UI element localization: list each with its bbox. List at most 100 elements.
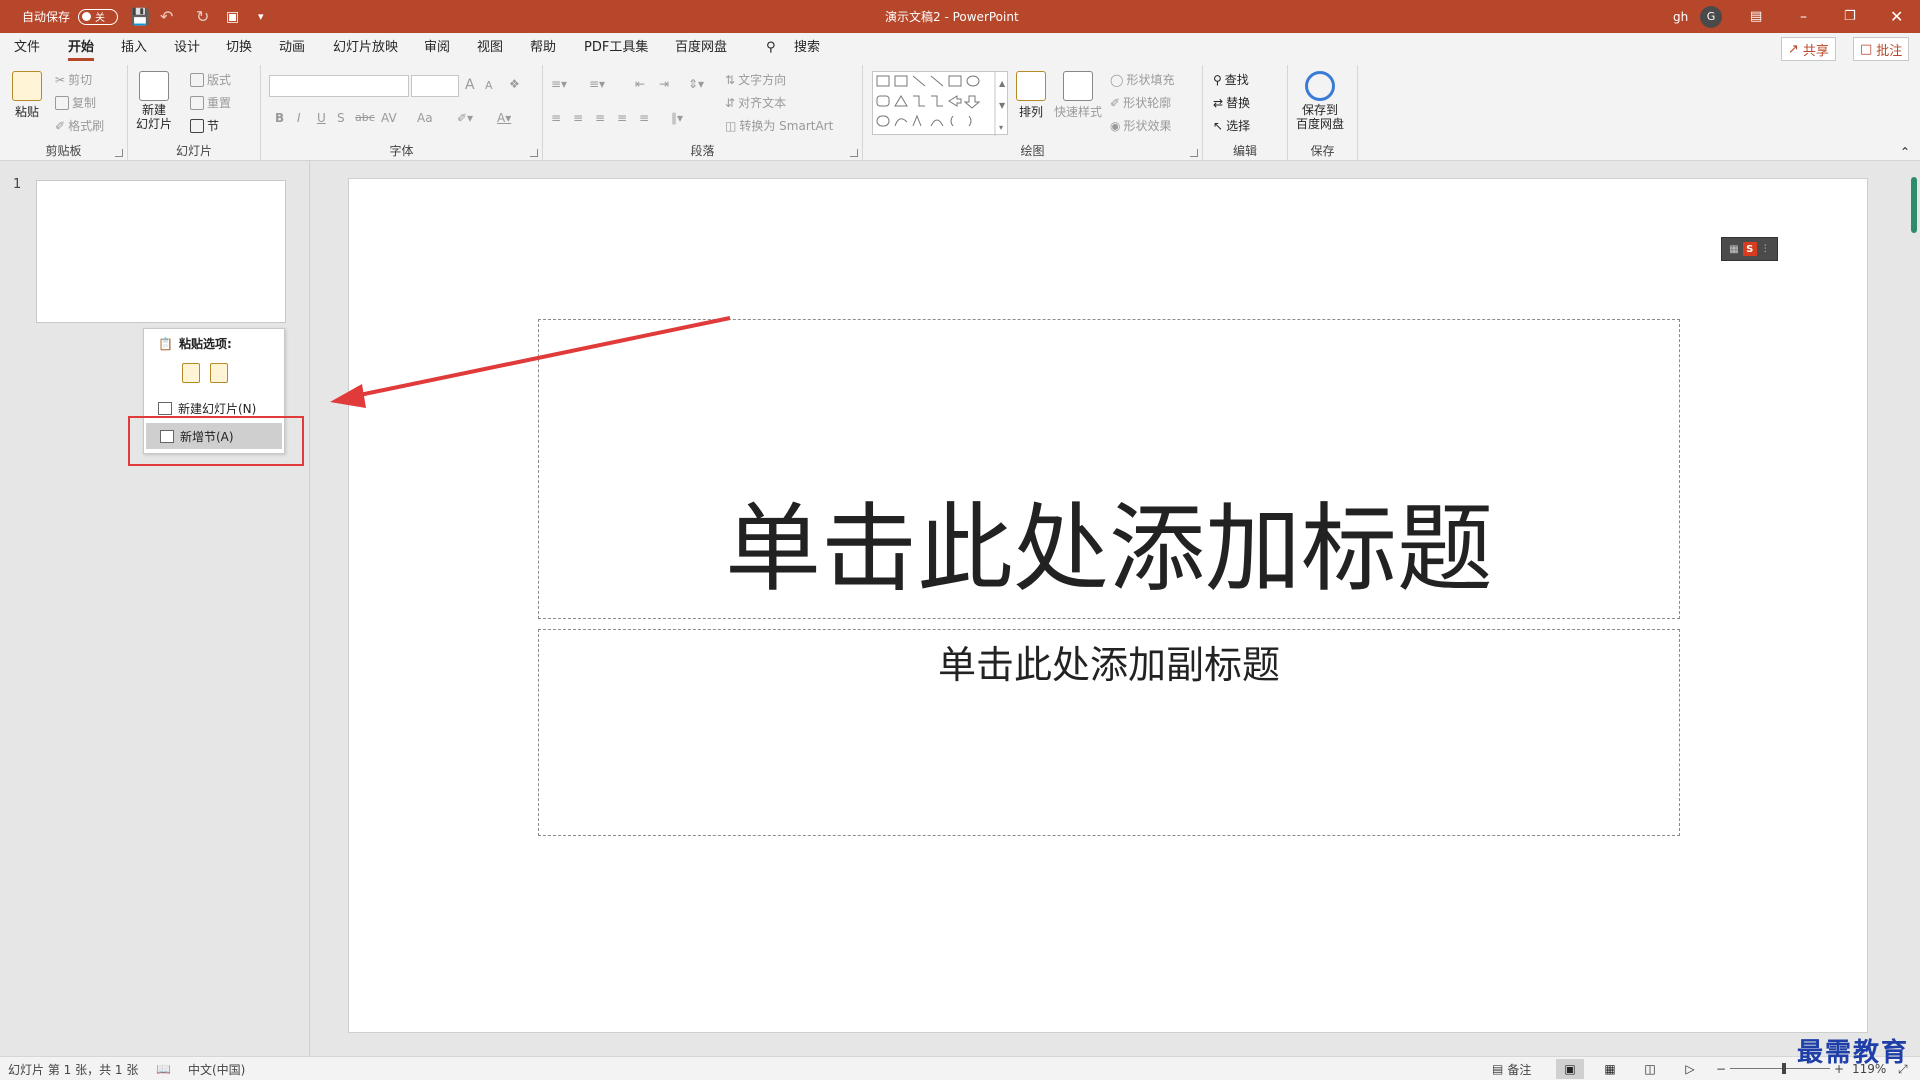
tab-pdf-tools[interactable]: PDF工具集 <box>584 33 648 65</box>
tab-transitions[interactable]: 切换 <box>226 33 252 65</box>
strikethrough-button[interactable]: abc <box>355 111 375 124</box>
cut-button[interactable]: ✂ 剪切 <box>55 71 92 88</box>
tab-review[interactable]: 审阅 <box>424 33 450 65</box>
slide-sorter-icon[interactable]: ▦ <box>1596 1059 1624 1079</box>
clear-format-icon[interactable]: ❖ <box>509 77 520 91</box>
distribute-icon[interactable]: ≡ <box>639 111 649 125</box>
zoom-out-button[interactable]: − <box>1716 1057 1726 1080</box>
spellcheck-icon[interactable]: 📖 <box>156 1057 171 1080</box>
shape-effects-button[interactable]: ◉ 形状效果 <box>1110 117 1172 134</box>
smartart-button[interactable]: ◫ 转换为 SmartArt <box>725 117 833 134</box>
reset-button[interactable]: 重置 <box>190 94 231 111</box>
save-icon[interactable]: 💾 <box>130 0 150 33</box>
font-name-combo[interactable] <box>269 75 409 97</box>
normal-view-icon[interactable]: ▣ <box>1556 1059 1584 1079</box>
slide-thumbnail[interactable] <box>36 180 286 323</box>
ime-menu-icon: ⋮ <box>1760 244 1770 254</box>
comments-button[interactable]: □ 批注 <box>1853 37 1910 61</box>
paste-button[interactable]: 粘贴 <box>12 71 42 120</box>
tab-view[interactable]: 视图 <box>477 33 503 65</box>
section-button[interactable]: 节 <box>190 117 219 134</box>
char-spacing-button[interactable]: AV <box>381 111 397 125</box>
text-direction-button[interactable]: ⇅ 文字方向 <box>725 71 786 88</box>
replace-button[interactable]: ⇄ 替换 <box>1213 94 1250 111</box>
tab-baidu-netdisk[interactable]: 百度网盘 <box>675 33 727 65</box>
layout-button[interactable]: 版式 <box>190 71 231 88</box>
redo-icon[interactable]: ↻ <box>196 0 209 33</box>
highlight-color-icon[interactable]: ✐▾ <box>457 111 473 125</box>
scrollbar-thumb[interactable] <box>1911 177 1917 233</box>
vertical-scrollbar[interactable] <box>1908 161 1920 1056</box>
underline-button[interactable]: U <box>317 111 326 125</box>
slideshow-view-icon[interactable]: ▷ <box>1676 1059 1704 1079</box>
quick-styles-button[interactable]: 快速样式 <box>1054 71 1102 120</box>
tab-slideshow[interactable]: 幻灯片放映 <box>333 33 398 65</box>
arrange-label: 排列 <box>1018 105 1043 119</box>
collapse-ribbon-icon[interactable]: ⌃ <box>1900 145 1910 159</box>
shrink-font-button[interactable]: A <box>485 79 493 92</box>
close-icon[interactable]: ✕ <box>1890 0 1903 33</box>
columns-icon[interactable]: ∥▾ <box>671 111 683 125</box>
ime-toolbar[interactable]: ▦ S ⋮ <box>1721 237 1778 261</box>
font-launcher-icon[interactable] <box>530 149 538 157</box>
italic-button[interactable]: I <box>297 111 301 125</box>
undo-icon[interactable]: ↶ <box>160 0 173 33</box>
select-button[interactable]: ↖ 选择 <box>1213 117 1250 134</box>
tab-file[interactable]: 文件 <box>14 33 40 65</box>
reading-view-icon[interactable]: ◫ <box>1636 1059 1664 1079</box>
share-button[interactable]: ↗ 共享 <box>1781 37 1836 61</box>
bullets-icon[interactable]: ≡▾ <box>551 77 567 91</box>
tab-animations[interactable]: 动画 <box>279 33 305 65</box>
align-left-icon[interactable]: ≡ <box>551 111 561 125</box>
format-painter-button[interactable]: ✐ 格式刷 <box>55 117 104 134</box>
present-icon[interactable]: ▣ <box>226 0 239 33</box>
zoom-slider-thumb[interactable] <box>1782 1063 1786 1074</box>
paragraph-launcher-icon[interactable] <box>850 149 858 157</box>
line-spacing-icon[interactable]: ⇕▾ <box>688 77 704 91</box>
user-name[interactable]: gh <box>1673 0 1688 33</box>
bold-button[interactable]: B <box>275 111 284 125</box>
shape-outline-button[interactable]: ✐ 形状轮廓 <box>1110 94 1171 111</box>
autosave-toggle[interactable]: 关 <box>78 0 118 33</box>
drawing-launcher-icon[interactable] <box>1190 149 1198 157</box>
new-slide-button[interactable]: 新建 幻灯片 <box>136 71 172 131</box>
customize-toolbar-icon[interactable]: ▾ <box>258 0 264 33</box>
minimize-icon[interactable]: – <box>1800 0 1807 33</box>
tab-home[interactable]: 开始 <box>68 33 95 65</box>
decrease-indent-icon[interactable]: ⇤ <box>635 77 645 91</box>
align-right-icon[interactable]: ≡ <box>595 111 605 125</box>
paste-as-picture-icon[interactable] <box>210 363 228 383</box>
justify-icon[interactable]: ≡ <box>617 111 627 125</box>
search-icon[interactable]: ⚲ <box>766 33 776 65</box>
shadow-button[interactable]: S <box>337 111 345 125</box>
ribbon-display-icon[interactable]: ▤ <box>1750 0 1762 33</box>
tab-help[interactable]: 帮助 <box>530 33 556 65</box>
shapes-gallery[interactable]: ▲ ▼ ▾ <box>872 71 1008 136</box>
numbering-icon[interactable]: ≡▾ <box>589 77 605 91</box>
paste-options-label: 粘贴选项: <box>178 337 232 351</box>
increase-indent-icon[interactable]: ⇥ <box>659 77 669 91</box>
find-button[interactable]: ⚲ 查找 <box>1213 71 1249 88</box>
font-color-icon[interactable]: A▾ <box>497 111 511 125</box>
arrange-button[interactable]: 排列 <box>1016 71 1046 120</box>
language-indicator[interactable]: 中文(中国) <box>188 1057 245 1080</box>
copy-button[interactable]: 复制 <box>55 94 96 111</box>
save-to-baidu-button[interactable]: 保存到 百度网盘 <box>1296 71 1344 131</box>
subtitle-placeholder[interactable]: 单击此处添加副标题 <box>538 629 1680 836</box>
restore-icon[interactable]: ❐ <box>1844 0 1856 33</box>
notes-button[interactable]: ▤ 备注 <box>1492 1057 1531 1080</box>
title-placeholder[interactable]: 单击此处添加标题 <box>538 319 1680 619</box>
paste-keep-format-icon[interactable] <box>182 363 200 383</box>
tab-design[interactable]: 设计 <box>174 33 200 65</box>
avatar[interactable]: G <box>1700 0 1722 33</box>
search-box[interactable]: 搜索 <box>794 33 820 65</box>
change-case-button[interactable]: Aa <box>417 111 433 125</box>
shape-fill-button[interactable]: ◯ 形状填充 <box>1110 71 1174 88</box>
clipboard-launcher-icon[interactable] <box>115 149 123 157</box>
align-text-button[interactable]: ⇵ 对齐文本 <box>725 94 786 111</box>
font-size-combo[interactable] <box>411 75 459 97</box>
tab-insert[interactable]: 插入 <box>121 33 147 65</box>
notes-icon: ▤ <box>1492 1062 1504 1076</box>
grow-font-button[interactable]: A <box>465 77 475 93</box>
align-center-icon[interactable]: ≡ <box>573 111 583 125</box>
